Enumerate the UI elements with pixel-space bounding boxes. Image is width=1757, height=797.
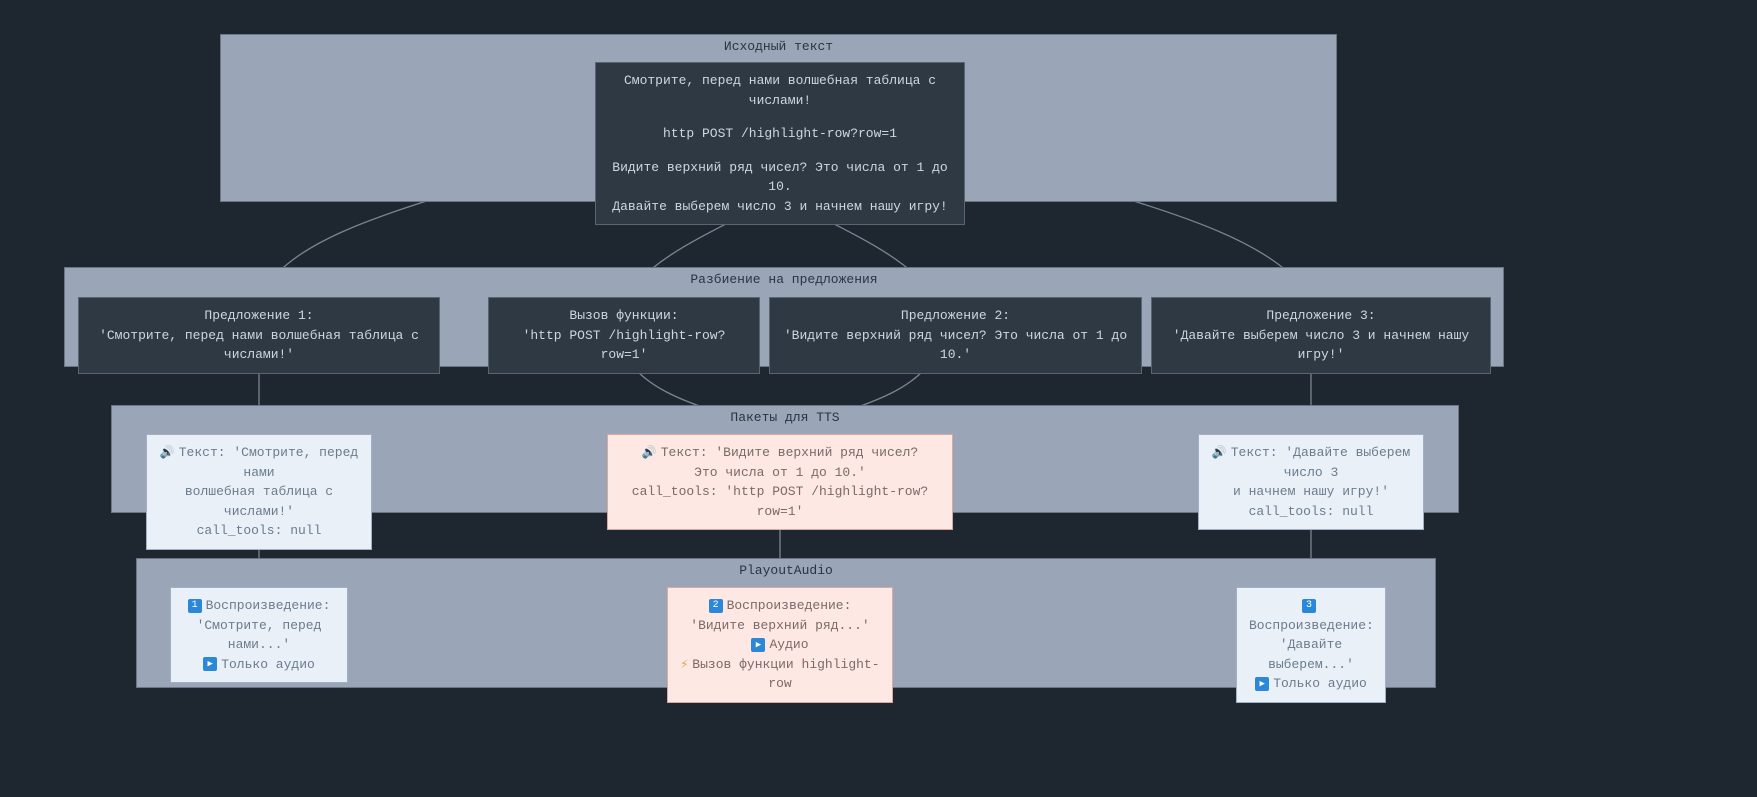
panel-source-title: Исходный текст xyxy=(221,35,1336,60)
bolt-icon: ⚡ xyxy=(680,657,688,672)
sentence-func-text: 'http POST /highlight-row?row=1' xyxy=(501,326,747,365)
sentence-func-title: Вызов функции: xyxy=(501,306,747,326)
packet-1-calltools: call_tools: null xyxy=(159,521,359,541)
play-icon: ▶ xyxy=(751,638,765,652)
packet-1-text2: волшебная таблица с числами!' xyxy=(159,482,359,521)
packet-2-text2: Это числа от 1 до 10.' xyxy=(620,463,940,483)
panel-tts-title: Пакеты для TTS xyxy=(112,406,1458,431)
sentence-2-text: 'Видите верхний ряд чисел? Это числа от … xyxy=(782,326,1129,365)
source-line4: Давайте выберем число 3 и начнем нашу иг… xyxy=(608,197,952,217)
playout-3-title: Воспроизведение: xyxy=(1249,618,1374,633)
playout-2: 2 Воспроизведение: 'Видите верхний ряд...… xyxy=(667,587,893,703)
sentence-1-title: Предложение 1: xyxy=(91,306,427,326)
badge-icon: 1 xyxy=(188,599,202,613)
panel-playout-title: PlayoutAudio xyxy=(137,559,1435,584)
playout-2-text: 'Видите верхний ряд...' xyxy=(680,616,880,636)
packet-3-calltools: call_tools: null xyxy=(1211,502,1411,522)
sentence-1-text: 'Смотрите, перед нами волшебная таблица … xyxy=(91,326,427,365)
playout-2-audio: Аудио xyxy=(769,637,808,652)
playout-1: 1 Воспроизведение: 'Смотрите, перед нами.… xyxy=(170,587,348,683)
speaker-icon: 🔊 xyxy=(160,444,175,462)
sentence-1: Предложение 1: 'Смотрите, перед нами вол… xyxy=(78,297,440,374)
sentence-2: Предложение 2: 'Видите верхний ряд чисел… xyxy=(769,297,1142,374)
packet-1-text: Текст: 'Смотрите, перед нами xyxy=(179,445,358,480)
play-icon: ▶ xyxy=(1255,677,1269,691)
packet-3-text: Текст: 'Давайте выберем число 3 xyxy=(1231,445,1410,480)
source-text-box: Смотрите, перед нами волшебная таблица с… xyxy=(595,62,965,225)
playout-1-audio: Только аудио xyxy=(221,657,315,672)
playout-2-title: Воспроизведение: xyxy=(727,598,852,613)
sentence-func: Вызов функции: 'http POST /highlight-row… xyxy=(488,297,760,374)
playout-1-title: Воспроизведение: xyxy=(206,598,331,613)
packet-2-calltools: call_tools: 'http POST /highlight-row?ro… xyxy=(620,482,940,521)
play-icon: ▶ xyxy=(203,657,217,671)
source-line3: Видите верхний ряд чисел? Это числа от 1… xyxy=(608,158,952,197)
sentence-2-title: Предложение 2: xyxy=(782,306,1129,326)
source-line1: Смотрите, перед нами волшебная таблица с… xyxy=(608,71,952,110)
badge-icon: 2 xyxy=(709,599,723,613)
source-line2: http POST /highlight-row?row=1 xyxy=(608,124,952,144)
playout-2-func: Вызов функции highlight-row xyxy=(692,657,879,692)
speaker-icon: 🔊 xyxy=(1212,444,1227,462)
packet-3-text2: и начнем нашу игру!' xyxy=(1211,482,1411,502)
sentence-3: Предложение 3: 'Давайте выберем число 3 … xyxy=(1151,297,1491,374)
speaker-icon: 🔊 xyxy=(642,444,657,462)
packet-3: 🔊Текст: 'Давайте выберем число 3 и начне… xyxy=(1198,434,1424,530)
playout-1-text: 'Смотрите, перед нами...' xyxy=(183,616,335,655)
playout-3-audio: Только аудио xyxy=(1273,676,1367,691)
packet-2-text: Текст: 'Видите верхний ряд чисел? xyxy=(661,445,918,460)
packet-2: 🔊 Текст: 'Видите верхний ряд чисел? Это ч… xyxy=(607,434,953,530)
playout-3: 3 Воспроизведение: 'Давайте выберем...' ▶… xyxy=(1236,587,1386,703)
panel-split-title: Разбиение на предложения xyxy=(65,268,1503,293)
sentence-3-text: 'Давайте выберем число 3 и начнем нашу и… xyxy=(1164,326,1478,365)
badge-icon: 3 xyxy=(1302,599,1316,613)
playout-3-text: 'Давайте выберем...' xyxy=(1249,635,1373,674)
sentence-3-title: Предложение 3: xyxy=(1164,306,1478,326)
packet-1: 🔊Текст: 'Смотрите, перед нами волшебная … xyxy=(146,434,372,550)
